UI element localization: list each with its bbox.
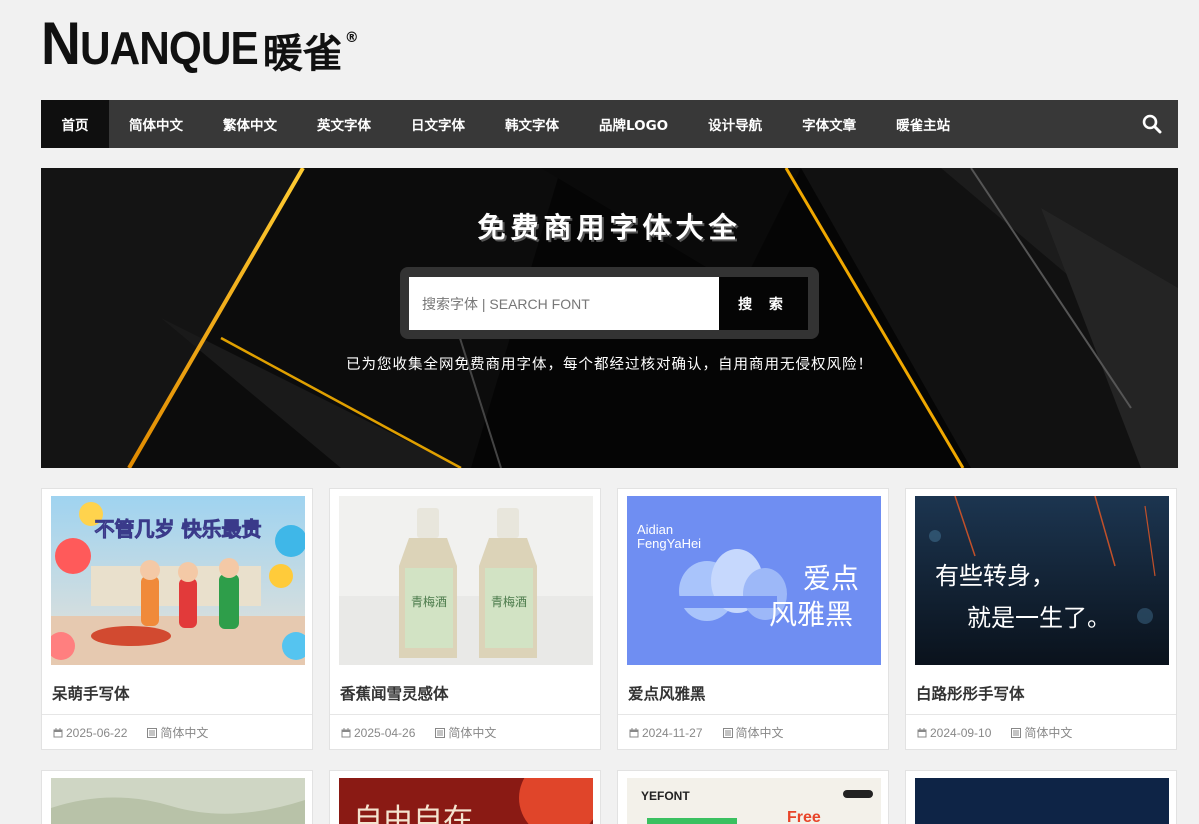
card-meta: 2025-06-22 简体中文 — [42, 714, 312, 750]
svg-text:YEFONT: YEFONT — [641, 789, 690, 803]
card-date: 2024-11-27 — [642, 725, 703, 740]
registered-mark: ® — [344, 30, 359, 46]
font-card[interactable] — [41, 770, 313, 824]
site-logo[interactable]: NUANQUE 暖雀 ® — [41, 10, 359, 77]
banner-title: 免费商用字体大全 — [477, 211, 742, 244]
font-card[interactable] — [905, 770, 1177, 824]
banner-subtitle: 已为您收集全网免费商用字体，每个都经过核对确认，自用商用无侵权风险！ — [346, 357, 873, 373]
svg-text:Free: Free — [787, 809, 821, 824]
calendar-icon — [341, 727, 351, 737]
logo-wordmark: NUANQUE — [41, 10, 259, 77]
svg-text:爱点: 爱点 — [803, 562, 859, 595]
card-category[interactable]: 简体中文 — [448, 724, 496, 741]
card-date: 2024-09-10 — [930, 725, 992, 740]
category-icon — [722, 727, 733, 738]
logo-chinese: 暖雀 — [262, 31, 343, 77]
svg-text:不管几岁 快乐最贵: 不管几岁 快乐最贵 — [95, 517, 262, 541]
svg-text:青梅酒: 青梅酒 — [491, 594, 527, 609]
nav-item[interactable]: 日文字体 — [391, 100, 485, 148]
category-icon — [1011, 727, 1022, 738]
main-nav: 首页 简体中文 繁体中文 英文字体 日文字体 韩文字体 品牌LOGO 设计导航 字体文章 暖雀主站 — [41, 100, 1178, 148]
card-date: 2025-04-26 — [354, 725, 416, 740]
card-thumbnail[interactable]: 不管几岁 快乐最贵 — [51, 496, 305, 665]
svg-text:有些转身，: 有些转身， — [935, 562, 1055, 590]
category-icon — [147, 727, 158, 738]
nav-item[interactable]: 暖雀主站 — [876, 100, 970, 148]
card-thumbnail[interactable] — [51, 778, 305, 824]
font-card[interactable]: YEFONT Free — [617, 770, 889, 824]
card-thumbnail[interactable]: 自由自在 — [339, 778, 593, 824]
card-date: 2025-06-22 — [66, 725, 128, 740]
search-icon[interactable] — [1142, 114, 1162, 134]
card-thumbnail[interactable]: YEFONT Free — [627, 778, 881, 824]
svg-text:风雅黑: 风雅黑 — [769, 598, 853, 631]
hero-banner: 免费商用字体大全 搜 索 已为您收集全网免费商用字体，每个都经过核对确认，自用商… — [41, 168, 1178, 468]
card-title[interactable]: 爱点风雅黑 — [628, 682, 706, 704]
card-thumbnail[interactable]: 青梅酒 青梅酒 — [339, 496, 593, 665]
svg-text:自由自在: 自由自在 — [353, 803, 473, 824]
nav-item[interactable]: 字体文章 — [782, 100, 876, 148]
card-title[interactable]: 白路彤彤手写体 — [916, 682, 1025, 704]
font-card[interactable]: 有些转身， 就是一生了。 白路彤彤手写体 2024-09-10 简体中文 — [905, 488, 1177, 750]
nav-item[interactable]: 简体中文 — [109, 100, 203, 148]
svg-text:就是一生了。: 就是一生了。 — [967, 604, 1111, 632]
card-meta: 2024-11-27 简体中文 — [618, 714, 888, 750]
nav-item[interactable]: 首页 — [41, 100, 109, 148]
card-category[interactable]: 简体中文 — [736, 724, 784, 741]
card-meta: 2025-04-26 简体中文 — [330, 714, 600, 750]
nav-item[interactable]: 繁体中文 — [203, 100, 297, 148]
card-title[interactable]: 呆萌手写体 — [52, 682, 130, 704]
nav-item[interactable]: 品牌LOGO — [579, 100, 688, 148]
card-meta: 2024-09-10 简体中文 — [906, 714, 1176, 750]
card-category[interactable]: 简体中文 — [160, 724, 208, 741]
svg-text:青梅酒: 青梅酒 — [411, 594, 447, 609]
calendar-icon — [917, 727, 927, 737]
card-thumbnail[interactable]: 有些转身， 就是一生了。 — [915, 496, 1169, 665]
category-icon — [435, 727, 446, 738]
card-category[interactable]: 简体中文 — [1024, 724, 1072, 741]
search-input[interactable] — [409, 277, 719, 330]
nav-item[interactable]: 设计导航 — [688, 100, 782, 148]
nav-item[interactable]: 韩文字体 — [485, 100, 579, 148]
font-card[interactable]: 青梅酒 青梅酒 香蕉闻雪灵感体 2025-04-26 简体中文 — [329, 488, 601, 750]
calendar-icon — [53, 727, 63, 737]
card-thumbnail[interactable]: Aidian FengYaHei 爱点 风雅黑 — [627, 496, 881, 665]
nav-item[interactable]: 英文字体 — [297, 100, 391, 148]
svg-text:Aidian: Aidian — [637, 522, 673, 537]
search-button[interactable]: 搜 索 — [719, 277, 808, 330]
font-card[interactable]: 不管几岁 快乐最贵 呆萌手写体 2025-06-22 简体中文 — [41, 488, 313, 750]
card-title[interactable]: 香蕉闻雪灵感体 — [340, 682, 449, 704]
card-thumbnail[interactable] — [915, 778, 1169, 824]
font-card[interactable]: Aidian FengYaHei 爱点 风雅黑 爱点风雅黑 2024-11-27… — [617, 488, 889, 750]
svg-text:FengYaHei: FengYaHei — [637, 536, 701, 551]
font-card[interactable]: 自由自在 — [329, 770, 601, 824]
calendar-icon — [629, 727, 639, 737]
